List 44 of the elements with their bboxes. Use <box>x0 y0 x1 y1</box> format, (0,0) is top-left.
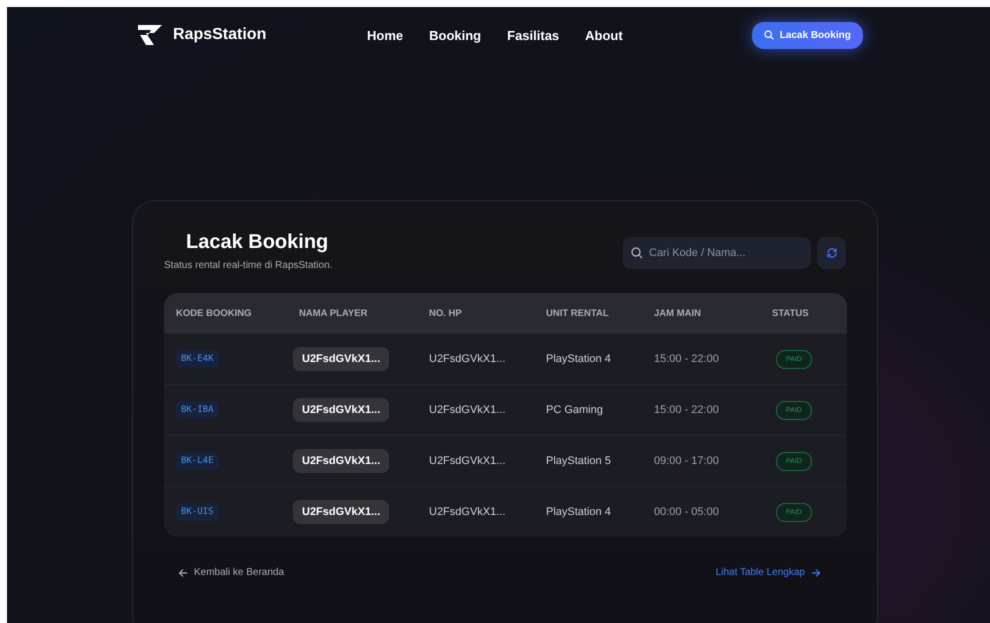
arrow-right-icon <box>811 568 821 578</box>
phone-cell-text: U2FsdGVkX1... <box>429 506 506 518</box>
player-name: U2FsdGVkX1... <box>293 500 390 524</box>
player-name: U2FsdGVkX1... <box>293 449 390 473</box>
phone-cell-text: U2FsdGVkX1... <box>429 404 506 416</box>
search-field[interactable]: Cari Kode / Nama... <box>623 237 811 269</box>
time-cell-text: 15:00 - 22:00 <box>654 404 720 416</box>
phone-cell-text: U2FsdGVkX1... <box>429 353 506 365</box>
brand-name: RapsStation <box>173 26 266 44</box>
nav-link[interactable]: About <box>585 28 623 42</box>
unit-cell-text: PlayStation 4 <box>546 506 612 518</box>
nav-link[interactable]: Booking <box>429 28 482 42</box>
track-booking-button[interactable]: Lacak Booking <box>752 22 863 48</box>
refresh-icon <box>826 247 838 259</box>
refresh-button[interactable] <box>817 237 846 269</box>
unit-cell-text: PC Gaming <box>546 404 604 416</box>
player-name: U2FsdGVkX1... <box>293 347 390 371</box>
time-cell-text: 09:00 - 17:00 <box>654 455 720 467</box>
search-icon <box>764 30 774 40</box>
column-header: STATUS <box>771 308 810 318</box>
booking-code: BK-L4E <box>176 452 219 470</box>
nav-link[interactable]: Home <box>367 28 404 42</box>
unit-cell-text: PlayStation 5 <box>546 455 612 467</box>
column-header: JAM MAIN <box>654 308 702 318</box>
back-link[interactable]: Kembali ke Beranda <box>178 567 284 578</box>
full-table-link[interactable]: Lihat Table Lengkap <box>716 567 821 578</box>
time-cell-text: 00:00 - 05:00 <box>654 506 720 518</box>
booking-code: BK-IBA <box>176 401 219 419</box>
column-header: KODE BOOKING <box>176 308 252 318</box>
booking-code: BK-E4K <box>176 350 219 368</box>
search-icon <box>631 247 643 259</box>
player-name: U2FsdGVkX1... <box>293 398 390 422</box>
nav-link[interactable]: Fasilitas <box>507 28 560 42</box>
panel-subtitle: Status rental real-time di RapsStation. <box>164 260 332 271</box>
logo-icon <box>137 24 163 46</box>
column-header: UNIT RENTAL <box>546 308 610 318</box>
panel-title: Lacak Booking <box>186 231 330 254</box>
arrow-left-icon <box>178 568 188 578</box>
booking-code: BK-UIS <box>176 503 219 521</box>
column-header: NO. HP <box>429 308 463 318</box>
column-header: NAMA PLAYER <box>299 308 368 318</box>
time-cell-text: 15:00 - 22:00 <box>654 353 720 365</box>
unit-cell-text: PlayStation 4 <box>546 353 612 365</box>
phone-cell-text: U2FsdGVkX1... <box>429 455 506 467</box>
